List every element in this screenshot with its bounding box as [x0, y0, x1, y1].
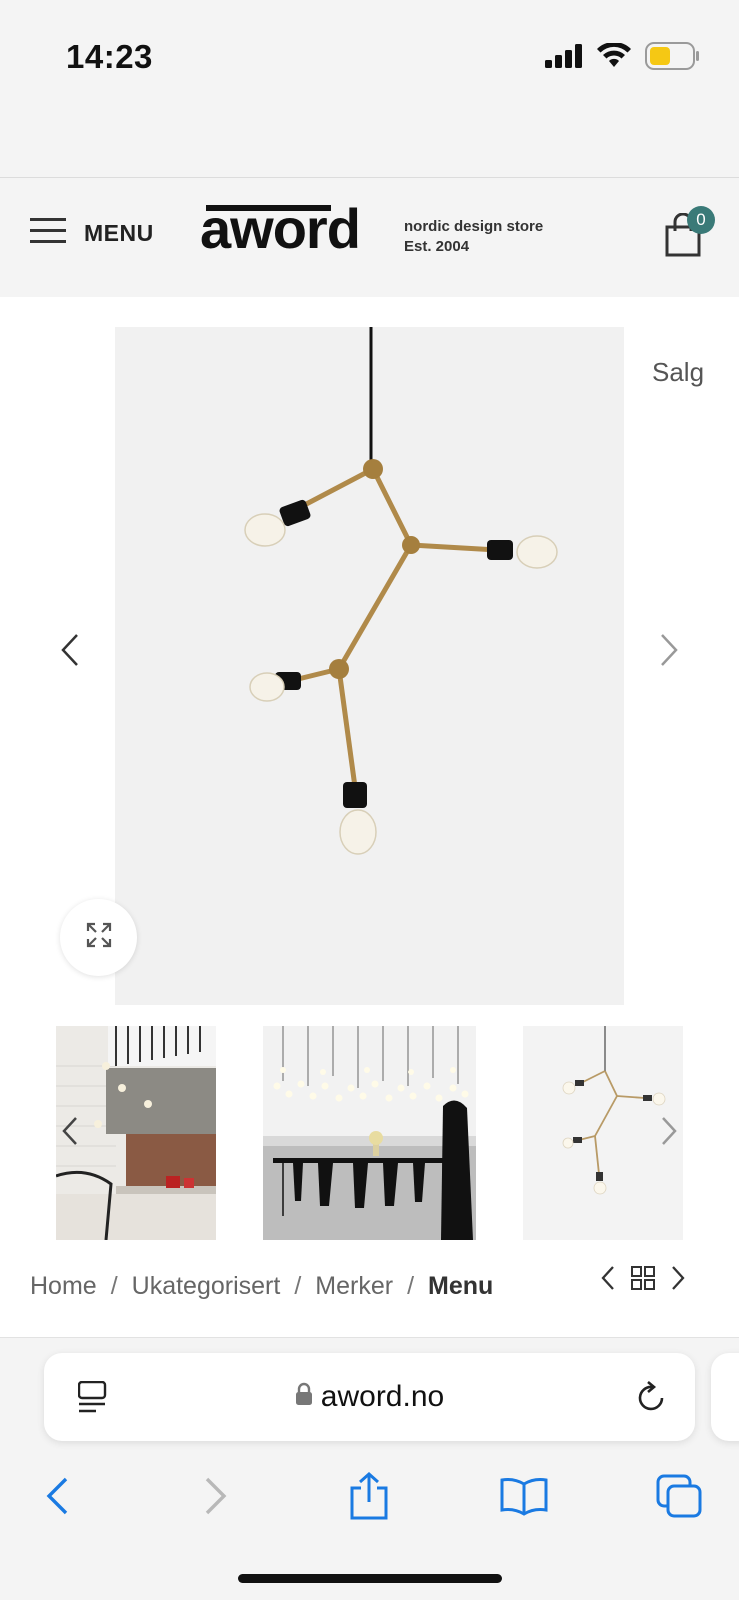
chevron-left-icon: [61, 1116, 79, 1151]
browser-chrome: aword.no: [0, 1337, 739, 1600]
status-time: 14:23: [66, 38, 153, 75]
gallery-prev-button[interactable]: [50, 627, 90, 677]
grid-icon: [631, 1266, 655, 1290]
chevron-right-icon: [659, 633, 679, 672]
thumbnails-prev-button[interactable]: [50, 1108, 90, 1158]
status-icons: [545, 41, 701, 75]
chevron-right-icon: [660, 1116, 678, 1151]
share-button[interactable]: [339, 1466, 399, 1526]
breadcrumb: Home / Ukategorisert / Merker / Menu: [30, 1272, 493, 1301]
url-text: aword.no: [320, 1380, 445, 1414]
tabs-button[interactable]: [649, 1466, 709, 1526]
forward-arrow-icon: [205, 1477, 227, 1515]
tagline-line1: nordic design store: [404, 218, 544, 235]
breadcrumb-separator: /: [294, 1272, 302, 1300]
share-icon: [350, 1472, 388, 1520]
status-bar: 14:23: [0, 0, 739, 178]
menu-label: MENU: [84, 220, 154, 246]
breadcrumb-separator: /: [407, 1272, 415, 1300]
browser-toolbar: [0, 1466, 739, 1526]
chevron-left-icon: [601, 1266, 614, 1290]
breadcrumb-home[interactable]: Home: [30, 1272, 97, 1301]
breadcrumb-separator: /: [110, 1272, 118, 1300]
battery-icon: [645, 42, 701, 75]
breadcrumb-ukategorisert[interactable]: Ukategorisert: [132, 1272, 281, 1301]
next-tab-preview[interactable]: [711, 1353, 739, 1441]
chandelier-image: [115, 327, 624, 1005]
home-indicator[interactable]: [238, 1574, 502, 1583]
thumbnails-next-button[interactable]: [649, 1108, 689, 1158]
thumbnail-strip: [0, 1026, 739, 1240]
site-logo[interactable]: aword: [200, 201, 361, 257]
cart-button[interactable]: 0: [660, 206, 715, 261]
thumbnail-2[interactable]: [263, 1026, 476, 1240]
previous-product-button[interactable]: [600, 1265, 616, 1296]
cellular-signal-icon: [545, 44, 583, 73]
site-header: MENU aword nordic design store Est. 2004…: [0, 179, 739, 297]
expand-icon: [86, 922, 112, 953]
grid-view-button[interactable]: [630, 1265, 656, 1296]
product-navigation: [600, 1265, 686, 1296]
cart-count-badge: 0: [687, 206, 715, 234]
breadcrumb-current: Menu: [428, 1272, 494, 1300]
chevron-right-icon: [672, 1266, 685, 1290]
tagline-line2: Est. 2004: [404, 238, 470, 255]
breadcrumb-merker[interactable]: Merker: [315, 1272, 393, 1301]
address-bar[interactable]: aword.no: [44, 1353, 695, 1441]
tabs-icon: [656, 1474, 702, 1518]
forward-button[interactable]: [186, 1466, 246, 1526]
next-product-button[interactable]: [670, 1265, 686, 1296]
product-main-image[interactable]: [115, 327, 624, 1005]
back-arrow-icon: [46, 1477, 68, 1515]
gallery-next-button[interactable]: [649, 627, 689, 677]
tagline: nordic design store Est. 2004: [404, 217, 543, 257]
wifi-icon: [597, 41, 631, 74]
lock-icon: [295, 1380, 313, 1414]
chevron-left-icon: [60, 633, 80, 672]
book-icon: [500, 1478, 548, 1516]
back-button[interactable]: [27, 1466, 87, 1526]
url-display: aword.no: [44, 1379, 695, 1414]
menu-button[interactable]: MENU: [30, 217, 154, 250]
sale-label: Salg: [652, 357, 705, 387]
product-area: Salg Home / Ukategorisert / Merker / Men…: [0, 297, 739, 1337]
zoom-button[interactable]: [60, 899, 137, 976]
reload-icon[interactable]: [636, 1380, 668, 1419]
bookmarks-button[interactable]: [494, 1466, 554, 1526]
hamburger-icon: [30, 217, 66, 250]
